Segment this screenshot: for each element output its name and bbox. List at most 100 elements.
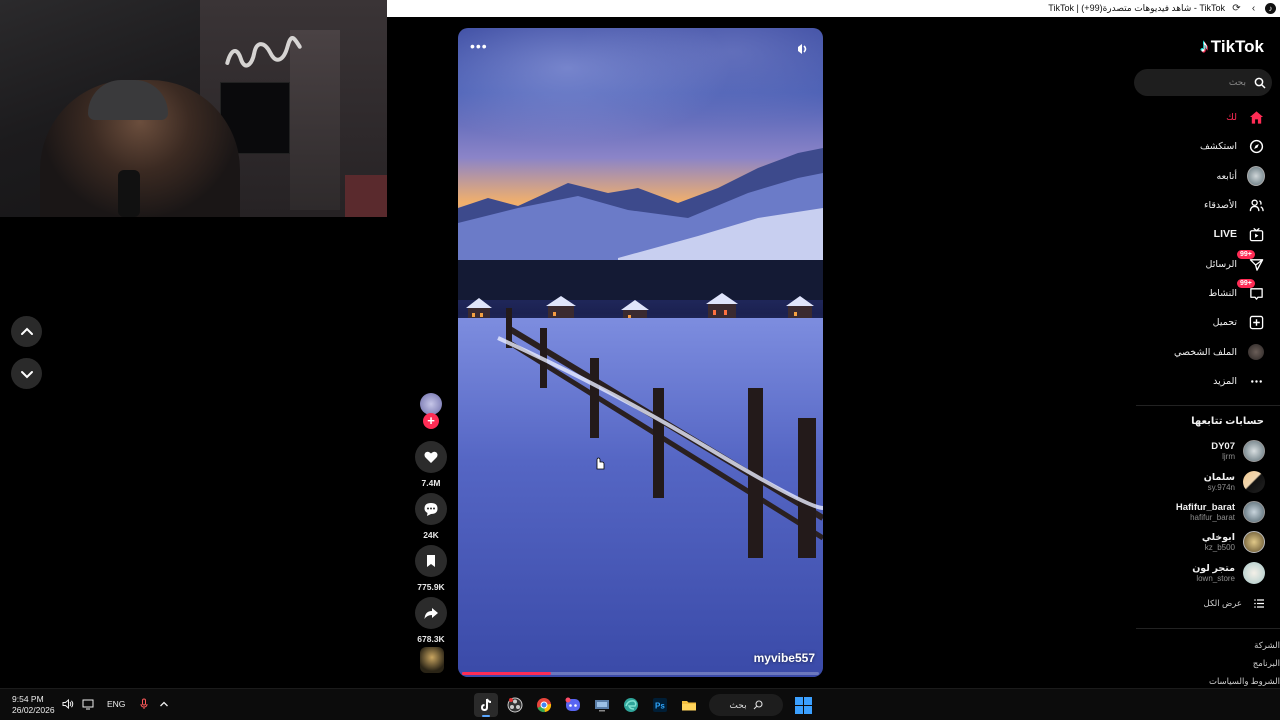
tiktok-app-icon[interactable]: [474, 693, 498, 717]
nav-more[interactable]: المزيد: [1213, 371, 1265, 391]
share-count: 678.3K: [417, 634, 445, 644]
nav-label: تحميل: [1212, 316, 1237, 328]
video-progress-fill: [462, 672, 552, 675]
like-button[interactable]: [415, 441, 447, 473]
following-accounts-title: حسابات تتابعها: [1191, 416, 1264, 427]
share-icon: [424, 608, 438, 619]
chevron-up-tray-icon[interactable]: [158, 698, 170, 710]
followed-account[interactable]: ابوخلي kz_b500: [1202, 529, 1265, 555]
taskbar-search-label: بحث: [729, 699, 747, 710]
back-icon[interactable]: ‹: [1248, 3, 1259, 14]
comment-action[interactable]: 24K: [414, 493, 448, 540]
followed-account[interactable]: DY07 ljrm: [1211, 438, 1265, 464]
search-icon[interactable]: [1254, 77, 1266, 89]
taskbar-apps: Ps بحث: [474, 693, 815, 717]
edge-app-icon[interactable]: [619, 693, 643, 717]
see-all-button[interactable]: عرض الكل: [1204, 598, 1265, 609]
like-count: 7.4M: [421, 478, 441, 488]
save-action[interactable]: 775.9K: [414, 545, 448, 592]
taskbar-search[interactable]: بحث: [709, 694, 783, 716]
nav-label: المزيد: [1213, 375, 1237, 387]
nav-profile[interactable]: الملف الشخصي: [1174, 342, 1265, 362]
taskbar-clock[interactable]: 9:54 PM 26/02/2026: [12, 694, 55, 716]
nav-friends[interactable]: الأصدقاء: [1204, 195, 1265, 215]
microphone-icon[interactable]: [138, 698, 150, 710]
comment-icon: [424, 503, 438, 516]
music-disc-icon[interactable]: [420, 647, 444, 673]
video-progress-bar[interactable]: [462, 672, 819, 675]
account-handle: lown_store: [1196, 574, 1235, 583]
activity-badge: 99+: [1237, 279, 1255, 288]
more-icon: [1247, 372, 1265, 390]
nav-label: الأصدقاء: [1203, 199, 1237, 211]
nav-label: الرسائل: [1205, 258, 1237, 270]
desktop-app-icon[interactable]: [590, 693, 614, 717]
account-handle: kz_b500: [1204, 543, 1235, 552]
follow-button[interactable]: +: [423, 413, 439, 429]
followed-account[interactable]: متجر لون lown_store: [1192, 560, 1265, 586]
account-avatar: [1243, 471, 1265, 493]
obs-app-icon[interactable]: [503, 693, 527, 717]
like-action[interactable]: 7.4M: [414, 441, 448, 488]
tiktok-logo-icon: ♪: [1265, 3, 1276, 14]
nav-upload[interactable]: تحميل: [1213, 312, 1265, 332]
nav-label: النشاط: [1208, 287, 1237, 299]
chrome-app-icon[interactable]: [532, 693, 556, 717]
browser-title-bar: TikTok | شاهد فيديوهات متصدرة(99+) - Tik…: [387, 0, 1280, 17]
windows-start-icon[interactable]: [791, 693, 815, 717]
nav-label: LIVE: [1213, 228, 1237, 240]
volume-icon[interactable]: [793, 40, 811, 58]
footer-company-link[interactable]: الشركة: [1254, 640, 1280, 651]
share-button[interactable]: [415, 597, 447, 629]
video-player[interactable]: ••• myvibe557: [458, 28, 823, 677]
language-indicator[interactable]: ENG: [102, 699, 130, 709]
discord-app-icon[interactable]: [561, 693, 585, 717]
search-input[interactable]: بحث: [1134, 69, 1272, 96]
refresh-icon[interactable]: ⟳: [1231, 3, 1242, 14]
tiktok-logo[interactable]: ♪ TikTok: [1200, 36, 1264, 57]
previous-video-button[interactable]: [11, 316, 42, 347]
nav-for-you[interactable]: لك: [1226, 107, 1265, 127]
clock-date: 26/02/2026: [12, 705, 55, 715]
share-action[interactable]: 678.3K: [414, 597, 448, 644]
creator-avatar[interactable]: [420, 393, 442, 415]
profile-avatar-icon: [1247, 343, 1265, 361]
bookmark-icon: [427, 555, 435, 567]
following-avatar-icon: [1247, 166, 1265, 186]
followed-account[interactable]: سلمان sy.974n: [1204, 469, 1265, 495]
live-icon: [1247, 225, 1265, 243]
account-avatar: [1243, 531, 1265, 553]
logo-text: TikTok: [1210, 36, 1264, 56]
comment-button[interactable]: [415, 493, 447, 525]
video-author[interactable]: myvibe557: [754, 651, 815, 665]
network-icon[interactable]: [82, 698, 94, 710]
account-name: متجر لون: [1192, 563, 1235, 574]
sidebar: ♪ TikTok بحث لك استكشف أتابعه الأصدقاء L…: [1130, 28, 1280, 688]
nav-explore[interactable]: استكشف: [1200, 136, 1265, 156]
nav-activity[interactable]: 99+ النشاط: [1208, 279, 1265, 303]
windows-taskbar: 9:54 PM 26/02/2026 ENG Ps بحث: [0, 688, 1280, 720]
messages-icon: 99+: [1237, 250, 1265, 273]
account-avatar: [1243, 562, 1265, 584]
followed-account[interactable]: Hafifur_barat hafifur_barat: [1176, 499, 1265, 525]
account-text: ابوخلي kz_b500: [1202, 532, 1235, 552]
footer-terms-link[interactable]: الشروط والسياسات: [1209, 676, 1280, 687]
nav-label: استكشف: [1199, 140, 1237, 152]
nav-following[interactable]: أتابعه: [1216, 166, 1265, 186]
tiktok-note-icon: ♪: [1199, 36, 1209, 56]
list-icon: [1254, 599, 1264, 608]
next-video-button[interactable]: [11, 358, 42, 389]
account-name: ابوخلي: [1201, 532, 1235, 543]
nav-messages[interactable]: 99+ الرسائل: [1205, 250, 1265, 274]
nav-label: الملف الشخصي: [1174, 346, 1237, 358]
photoshop-app-icon[interactable]: Ps: [648, 693, 672, 717]
clock-time: 9:54 PM: [12, 694, 44, 704]
messages-badge: 99+: [1237, 250, 1255, 259]
save-button[interactable]: [415, 545, 447, 577]
nav-live[interactable]: LIVE: [1214, 224, 1265, 244]
footer-program-link[interactable]: البرنامج: [1253, 658, 1280, 669]
nav-label: أتابعه: [1216, 170, 1238, 182]
more-options-button[interactable]: •••: [470, 39, 492, 56]
speaker-icon[interactable]: [62, 698, 74, 710]
folder-app-icon[interactable]: [677, 693, 701, 717]
